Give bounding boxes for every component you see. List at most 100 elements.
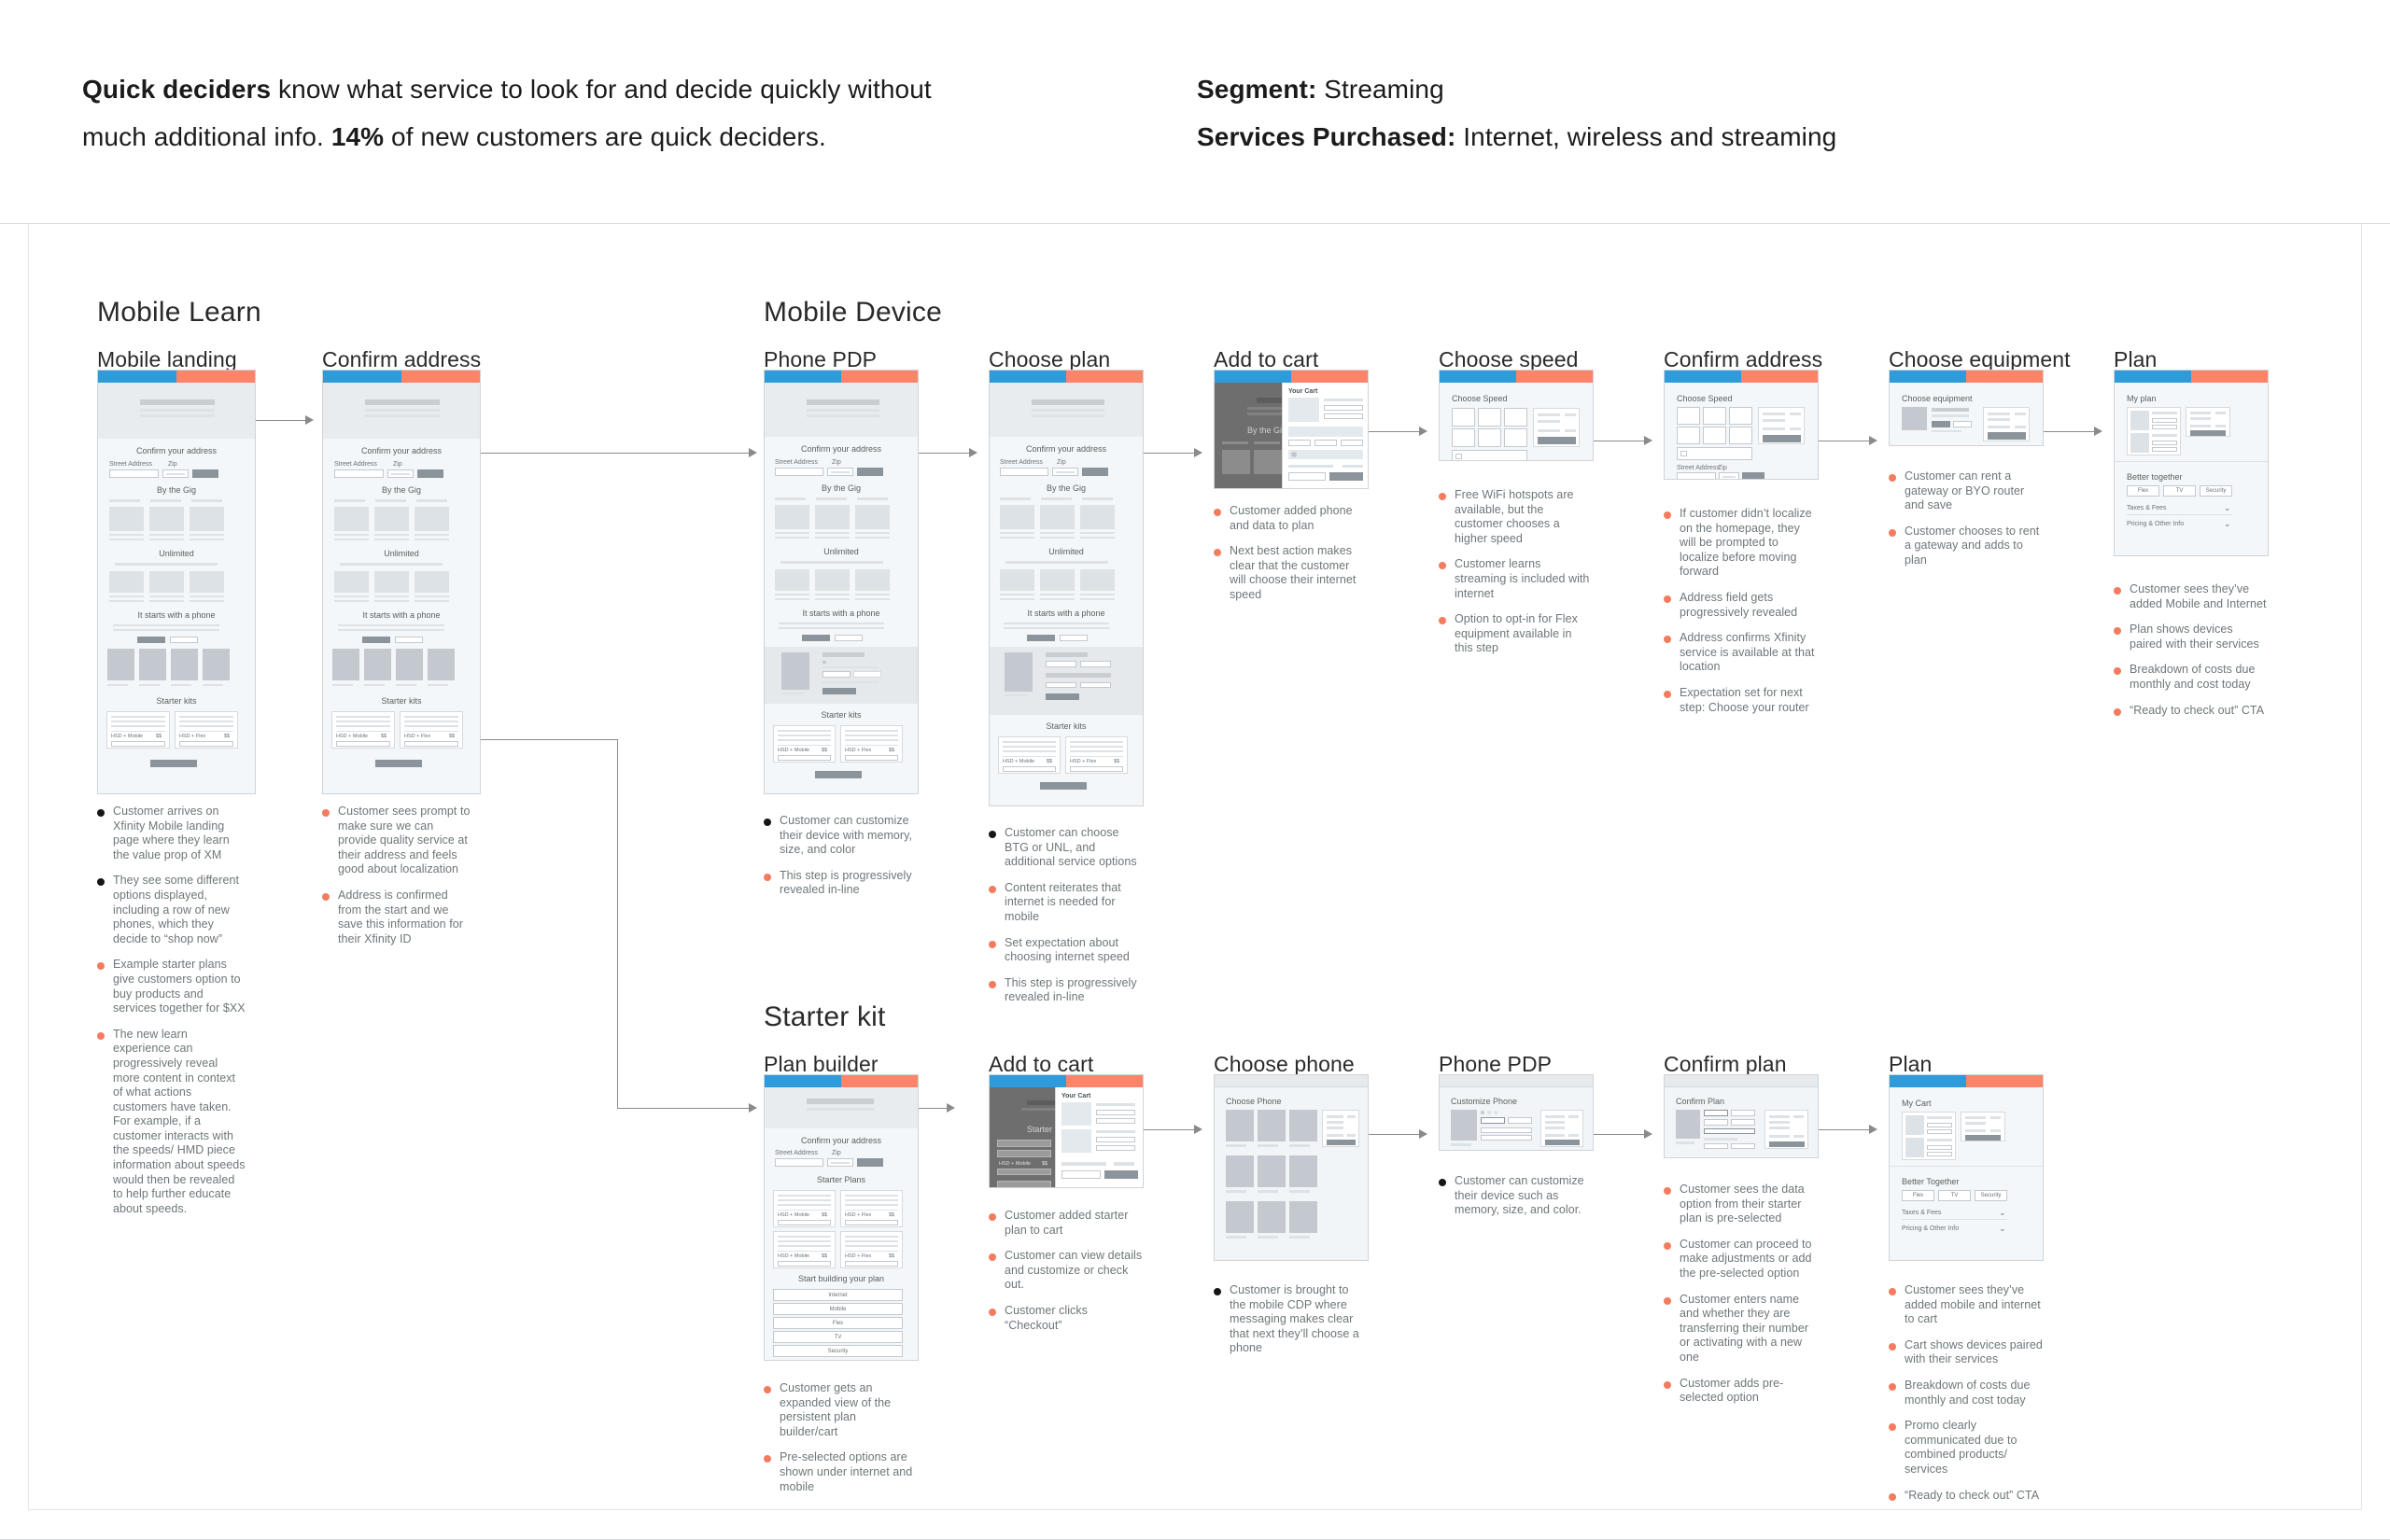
button-select-kit[interactable] <box>404 741 458 747</box>
wireframe-phone-pdp-bottom[interactable]: Customize Phone <box>1439 1074 1594 1151</box>
button-select-kit[interactable] <box>111 741 165 747</box>
flex-optin-row[interactable] <box>1452 450 1527 460</box>
wireframe-confirm-address-learn[interactable]: Confirm your address Street Address Zip … <box>322 370 481 794</box>
card-starter-kit-hsd-flex[interactable]: HSD + Flex $$ <box>400 711 463 749</box>
button-submit-address[interactable] <box>857 468 883 476</box>
input-street-address[interactable] <box>109 469 159 478</box>
button-shop-now[interactable] <box>1027 635 1055 641</box>
button-continue[interactable] <box>1538 437 1576 444</box>
cart-qty-b[interactable] <box>1314 440 1337 446</box>
input-zip[interactable] <box>1052 468 1078 476</box>
button-submit-address[interactable] <box>1742 472 1764 479</box>
button-view-details[interactable] <box>1061 1170 1101 1179</box>
button-footer-cta[interactable] <box>1040 782 1087 790</box>
input-street-address[interactable] <box>1677 472 1716 479</box>
option-data-selected[interactable] <box>1704 1110 1728 1116</box>
checkbox-flex-optin[interactable] <box>1455 454 1462 459</box>
button-continue[interactable] <box>1763 435 1801 442</box>
option-memory-selected[interactable] <box>1481 1117 1505 1124</box>
wireframe-mobile-landing[interactable]: Confirm your address Street Address Zip … <box>97 370 256 794</box>
cart-item-option-d[interactable] <box>1096 1145 1135 1151</box>
button-footer-cta[interactable] <box>375 760 422 767</box>
wireframe-confirm-address-device[interactable]: Choose Speed Street Address Zip <box>1664 370 1819 480</box>
cart-item-option-a[interactable] <box>1096 1110 1135 1115</box>
wireframe-plan-top[interactable]: My plan Better together Flex TV Security… <box>2114 370 2269 556</box>
cart-item-option-b[interactable] <box>1324 413 1363 419</box>
chevron-down-icon[interactable]: ⌄ <box>2224 519 2231 529</box>
option-transfer-number[interactable] <box>1704 1143 1728 1149</box>
option-color[interactable] <box>853 671 881 678</box>
button-select-plan[interactable] <box>778 1261 831 1267</box>
button-shop-now[interactable] <box>802 635 830 641</box>
wireframe-confirm-plan[interactable]: Confirm Plan <box>1664 1074 1819 1158</box>
button-add-to-cart[interactable] <box>822 688 856 694</box>
speed-option-5[interactable] <box>1478 428 1501 447</box>
option-new-number[interactable] <box>1731 1143 1755 1149</box>
option-extra[interactable] <box>1481 1135 1532 1141</box>
button-add-plan[interactable] <box>1046 693 1079 700</box>
chip-flex[interactable]: Flex <box>1902 1190 1934 1201</box>
wireframe-plan-builder[interactable]: Confirm your address Street Address Zip … <box>764 1074 919 1361</box>
button-checkout[interactable] <box>1104 1170 1138 1179</box>
speed-option-2[interactable] <box>1478 408 1501 427</box>
speed-option-1[interactable] <box>1452 408 1475 427</box>
chevron-down-icon[interactable]: ⌄ <box>2224 503 2231 513</box>
button-submit-address[interactable] <box>417 469 443 478</box>
button-select-dim[interactable] <box>997 1169 1051 1175</box>
button-checkout[interactable] <box>2190 430 2226 436</box>
select-option-b[interactable] <box>997 1150 1051 1157</box>
button-select-plan[interactable] <box>845 1220 898 1225</box>
wireframe-choose-speed[interactable]: Choose Speed <box>1439 370 1594 461</box>
card-starter-plan-2[interactable]: HSD + Flex $$ <box>840 1190 903 1227</box>
button-shop-now[interactable] <box>362 637 390 643</box>
input-zip[interactable] <box>387 469 414 478</box>
button-learn-more[interactable] <box>170 637 198 643</box>
option-btg[interactable] <box>1046 661 1076 667</box>
speed-option-6[interactable] <box>1504 428 1527 447</box>
wireframe-choose-plan[interactable]: Confirm your address Street Address Zip … <box>989 370 1144 806</box>
input-street-address[interactable] <box>775 1158 823 1167</box>
speed-option-1[interactable] <box>1677 407 1700 425</box>
button-shop-now[interactable] <box>137 637 165 643</box>
button-byo-router[interactable] <box>1953 421 1972 427</box>
color-swatch-2[interactable] <box>1487 1111 1491 1114</box>
option-line-a[interactable] <box>1704 1119 1728 1126</box>
option-extra-a[interactable] <box>1046 682 1076 688</box>
nav-item-internet[interactable]: Internet <box>773 1289 903 1301</box>
speed-option-3[interactable] <box>1729 407 1752 425</box>
cart-radio[interactable] <box>1291 452 1297 457</box>
button-continue[interactable] <box>1327 1140 1356 1145</box>
button-learn-more[interactable] <box>395 637 423 643</box>
speed-option-5[interactable] <box>1703 427 1726 444</box>
wireframe-plan-bottom[interactable]: My Cart Better Together Flex TV Security… <box>1889 1074 2044 1261</box>
button-continue[interactable] <box>1988 432 2026 440</box>
input-street-address[interactable] <box>775 468 823 476</box>
speed-option-4[interactable] <box>1452 428 1475 447</box>
speed-option-3[interactable] <box>1504 408 1527 427</box>
option-line-b[interactable] <box>1731 1119 1755 1126</box>
cart-qty-c[interactable] <box>1341 440 1363 446</box>
flex-optin-row[interactable] <box>1677 447 1752 460</box>
speed-option-2[interactable] <box>1703 407 1726 425</box>
speed-option-6[interactable] <box>1729 427 1752 444</box>
button-view-details[interactable] <box>1288 472 1326 481</box>
card-starter-kit-hsd-mobile[interactable]: HSD + Mobile $$ <box>331 711 395 749</box>
button-select-plan[interactable] <box>845 1261 898 1267</box>
card-starter-kit-hsd-flex[interactable]: HSD + Flex $$ <box>1065 736 1128 774</box>
button-checkout[interactable] <box>1329 472 1363 481</box>
wireframe-phone-pdp[interactable]: Confirm your address Street Address Zip … <box>764 370 919 794</box>
chip-security[interactable]: Security <box>1975 1190 2007 1201</box>
button-select-kit[interactable] <box>336 741 390 747</box>
input-zip[interactable] <box>162 469 189 478</box>
checkbox-flex-optin[interactable] <box>1680 451 1687 456</box>
input-zip[interactable] <box>827 468 853 476</box>
card-starter-plan-3[interactable]: HSD + Mobile $$ <box>773 1231 836 1268</box>
input-street-address[interactable] <box>1000 468 1048 476</box>
card-starter-kit-hsd-flex[interactable]: HSD + Flex $$ <box>175 711 238 749</box>
input-zip[interactable] <box>827 1158 853 1167</box>
button-submit-address[interactable] <box>192 469 218 478</box>
button-select-kit[interactable] <box>179 741 233 747</box>
nav-item-mobile[interactable]: Mobile <box>773 1303 903 1315</box>
option-size[interactable] <box>1481 1127 1532 1133</box>
input-zip[interactable] <box>1719 472 1739 479</box>
